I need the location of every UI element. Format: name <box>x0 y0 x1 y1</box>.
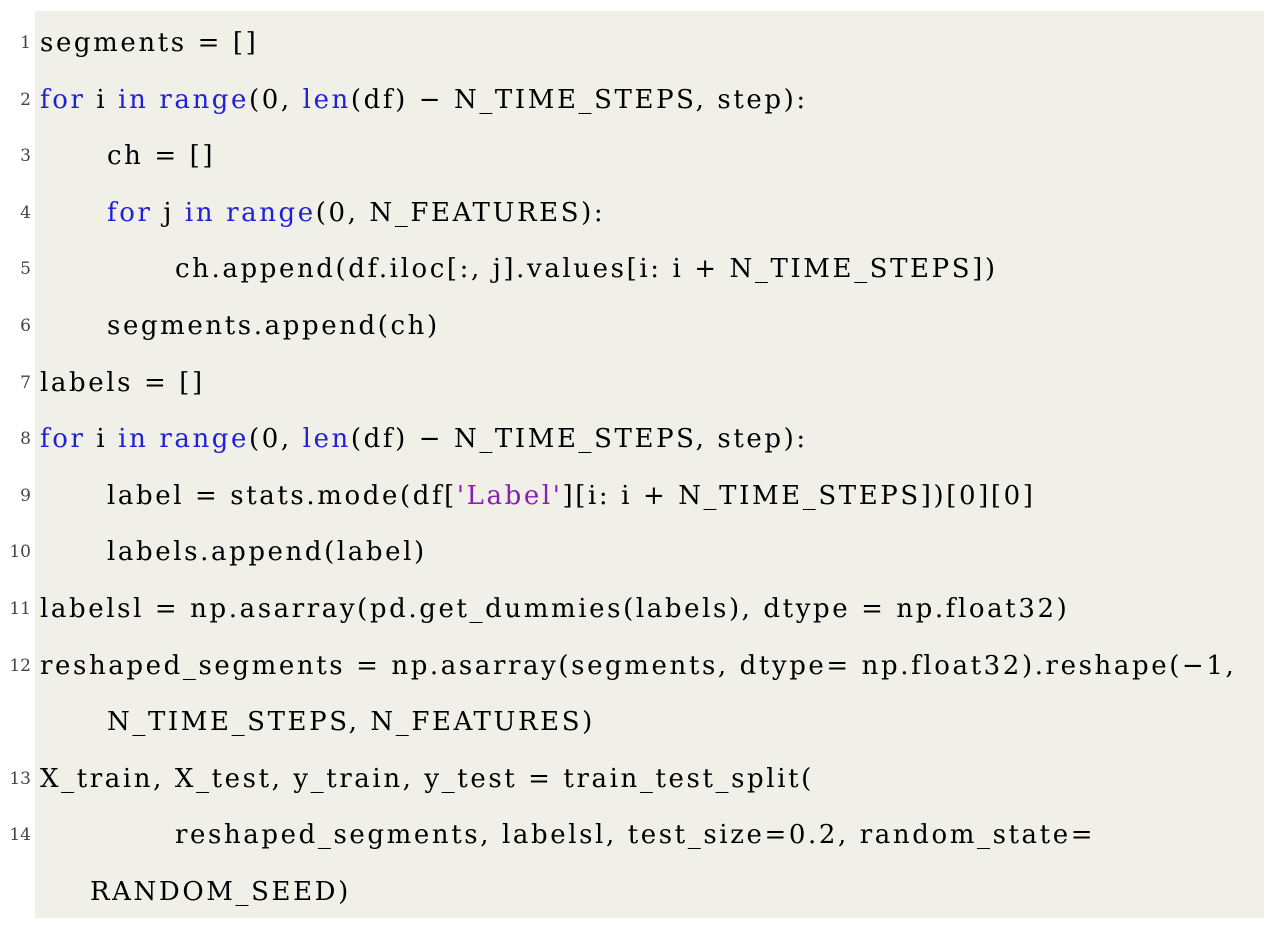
code-line: 10 labels.append(label) <box>9 524 1264 580</box>
line-number: 13 <box>9 769 31 789</box>
code-line: 3 ch = [] <box>20 128 1264 184</box>
code-token: X_train, X_test, y_train, y_test = train… <box>40 764 814 794</box>
keyword-token: in <box>118 85 149 115</box>
code-token: labels.append(label) <box>107 537 427 567</box>
keyword-token: for <box>40 85 86 115</box>
code-token: reshaped_segments, labelsl, test_size=0.… <box>175 820 1096 850</box>
line-number: 7 <box>20 373 31 393</box>
code-text: segments = [] <box>40 15 258 71</box>
code-token: labelsl = np.asarray(pd.get_dummies(labe… <box>40 594 1070 624</box>
code-text: labels.append(label) <box>107 524 427 580</box>
code-token: (df) − N_TIME_STEPS, step): <box>350 85 808 115</box>
code-text: ch.append(df.iloc[:, j].values[i: i + N_… <box>175 241 998 297</box>
code-text: X_train, X_test, y_train, y_test = train… <box>40 751 814 807</box>
line-number: 12 <box>9 656 31 676</box>
code-token: (0, N_FEATURES): <box>315 198 606 228</box>
code-token: ch = [] <box>107 141 216 171</box>
code-line: 1 segments = [] <box>20 15 1264 71</box>
code-listing: 1 segments = [] 2 for i in range(0, len(df)… <box>9 11 1264 918</box>
code-token: i <box>85 424 119 454</box>
code-text: for j in range(0, N_FEATURES): <box>107 185 605 241</box>
code-token: ][i: i + N_TIME_STEPS])[0][0] <box>562 481 1036 511</box>
code-text: labels = [] <box>40 355 205 411</box>
builtin-token: range <box>159 424 250 454</box>
line-number: 14 <box>9 825 31 845</box>
code-token: segments = [] <box>40 28 259 58</box>
keyword-token: for <box>40 424 86 454</box>
code-line: 12 reshaped_segments = np.asarray(segment… <box>9 638 1264 694</box>
code-line: 9 label = stats.mode(df['Label'][i: i + N… <box>20 468 1264 524</box>
code-token: (df) − N_TIME_STEPS, step): <box>350 424 808 454</box>
code-line: 5 ch.append(df.iloc[:, j].values[i: i + N… <box>20 241 1264 297</box>
code-text: reshaped_segments = np.asarray(segments,… <box>40 638 1236 694</box>
line-number: 1 <box>20 33 31 53</box>
string-token: 'Label' <box>456 481 563 511</box>
code-line: 6 segments.append(ch) <box>20 298 1264 354</box>
builtin-token: range <box>159 85 250 115</box>
line-number: 9 <box>20 486 31 506</box>
code-text: segments.append(ch) <box>107 298 440 354</box>
code-token: i <box>85 85 119 115</box>
builtin-token: len <box>302 85 351 115</box>
code-token: ch.append(df.iloc[:, j].values[i: i + N_… <box>175 254 998 284</box>
code-line: 13 X_train, X_test, y_train, y_test = tra… <box>9 751 1264 807</box>
line-number: 8 <box>20 429 31 449</box>
code-token: (0, <box>249 85 303 115</box>
builtin-token: range <box>226 198 316 228</box>
line-number: 2 <box>20 90 31 110</box>
line-number: 11 <box>9 599 31 619</box>
code-token: label = stats.mode(df[ <box>107 481 457 511</box>
line-number: 6 <box>20 316 31 336</box>
code-line: 7 labels = [] <box>20 355 1264 411</box>
code-token: (0, <box>249 424 303 454</box>
code-text: for i in range(0, len(df) − N_TIME_STEPS… <box>40 72 808 128</box>
code-line: 14 reshaped_segments, labelsl, test_size=… <box>9 807 1264 863</box>
code-line: 2 for i in range(0, len(df) − N_TIME_STEP… <box>20 72 1264 128</box>
keyword-token: for <box>107 198 153 228</box>
code-text: labelsl = np.asarray(pd.get_dummies(labe… <box>40 581 1069 637</box>
code-line: 11 labelsl = np.asarray(pd.get_dummies(la… <box>9 581 1264 637</box>
code-continuation: RANDOM_SEED) <box>90 877 351 907</box>
code-token: reshaped_segments = np.asarray(segments,… <box>40 651 1237 681</box>
line-number: 4 <box>20 203 31 223</box>
code-continuation: N_TIME_STEPS, N_FEATURES) <box>107 707 595 737</box>
line-number: 3 <box>20 146 31 166</box>
keyword-token: in <box>184 198 216 228</box>
builtin-token: len <box>302 424 351 454</box>
line-number: 5 <box>20 259 31 279</box>
code-text: reshaped_segments, labelsl, test_size=0.… <box>175 807 1095 863</box>
code-text: ch = [] <box>107 128 215 184</box>
code-text: for i in range(0, len(df) − N_TIME_STEPS… <box>40 411 808 467</box>
code-token: segments.append(ch) <box>107 311 440 341</box>
code-token: labels = [] <box>40 368 205 398</box>
line-number: 10 <box>9 542 31 562</box>
keyword-token: in <box>118 424 149 454</box>
code-line: 8 for i in range(0, len(df) − N_TIME_STEP… <box>20 411 1264 467</box>
code-line: 4 for j in range(0, N_FEATURES): <box>20 185 1264 241</box>
code-text: label = stats.mode(df['Label'][i: i + N_… <box>107 468 1036 524</box>
code-token: j <box>152 198 185 228</box>
